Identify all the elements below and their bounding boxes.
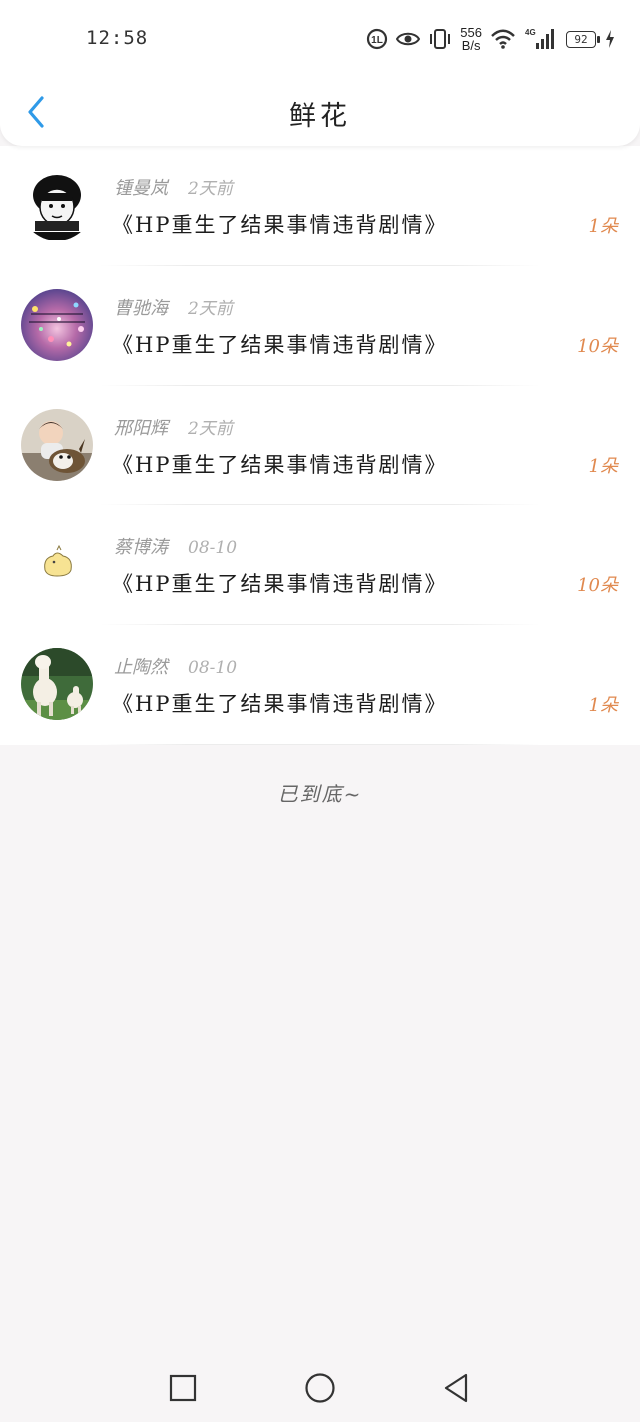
nav-header: 鲜花	[0, 80, 640, 146]
list-item[interactable]: 蔡博涛 08-10 《HP重生了结果事情违背剧情》 10朵	[0, 505, 640, 626]
sent-time: 08-10	[188, 538, 238, 559]
list-item[interactable]: 曹驰海 2天前 《HP重生了结果事情违背剧情》 10朵	[0, 266, 640, 386]
network-type: 4G	[525, 28, 536, 37]
header-card: 12:58 1L 556 B/s 4G 92 鲜花	[0, 0, 640, 146]
avatar[interactable]	[21, 648, 93, 721]
page-title: 鲜花	[289, 101, 351, 132]
book-title[interactable]: 《HP重生了结果事情违背剧情》	[112, 329, 447, 359]
flower-count: 10朵	[577, 575, 618, 597]
circle-icon	[305, 1373, 335, 1403]
avatar[interactable]	[21, 528, 93, 601]
divider	[100, 743, 540, 745]
alpaca-avatar-icon	[21, 648, 93, 721]
data-saver-icon: 1L	[366, 28, 388, 50]
battery-icon: 92	[566, 30, 600, 48]
back-nav-button[interactable]	[436, 1368, 476, 1408]
book-title[interactable]: 《HP重生了结果事情违背剧情》	[112, 449, 447, 479]
list-item[interactable]: 止陶然 08-10 《HP重生了结果事情违背剧情》 1朵	[0, 625, 640, 745]
flower-count: 1朵	[588, 216, 618, 237]
eye-icon	[396, 30, 421, 48]
charging-icon	[604, 29, 616, 49]
system-nav-bar	[0, 1350, 640, 1422]
sent-time: 2天前	[188, 298, 233, 319]
wifi-icon	[490, 29, 516, 49]
book-title[interactable]: 《HP重生了结果事情违背剧情》	[112, 688, 447, 718]
avatar[interactable]	[21, 408, 93, 481]
sent-time: 2天前	[188, 179, 233, 199]
sender-name: 邢阳辉	[114, 417, 168, 439]
avatar[interactable]	[21, 288, 93, 361]
sent-time: 08-10	[188, 658, 238, 679]
book-title[interactable]: 《HP重生了结果事情违背剧情》	[112, 568, 447, 598]
item-meta: 止陶然 08-10	[114, 653, 237, 679]
flower-count: 1朵	[588, 455, 618, 477]
item-meta: 曹驰海 2天前	[114, 294, 233, 320]
item-meta: 蔡博涛 08-10	[114, 533, 237, 559]
net-speed-unit: B/s	[461, 38, 481, 53]
flower-list: 锺曼岚 2天前 《HP重生了结果事情违背剧情》 1朵 曹驰海 2天前 《HP重生…	[0, 146, 640, 745]
sender-name: 蔡博涛	[114, 537, 168, 559]
chick-avatar-icon	[21, 528, 93, 601]
item-meta: 锺曼岚 2天前	[114, 174, 233, 200]
list-item[interactable]: 邢阳辉 2天前 《HP重生了结果事情违背剧情》 1朵	[0, 386, 640, 506]
status-time: 12:58	[86, 27, 149, 49]
child-dog-avatar-icon	[21, 408, 93, 481]
home-button[interactable]	[300, 1368, 340, 1408]
battery-level: 92	[574, 32, 588, 46]
status-icons: 1L 556 B/s 4G 92	[366, 24, 616, 54]
recent-apps-button[interactable]	[163, 1368, 203, 1408]
glitter-avatar-icon	[21, 288, 93, 361]
square-icon	[169, 1374, 197, 1402]
status-bar: 12:58 1L 556 B/s 4G 92	[0, 0, 640, 80]
vibrate-icon	[428, 28, 452, 50]
list-item[interactable]: 锺曼岚 2天前 《HP重生了结果事情违背剧情》 1朵	[0, 146, 640, 266]
net-speed: 556 B/s	[460, 26, 482, 52]
triangle-back-icon	[444, 1373, 468, 1403]
flower-count: 1朵	[588, 695, 618, 717]
sent-time: 2天前	[188, 418, 233, 439]
item-meta: 邢阳辉 2天前	[114, 414, 233, 440]
book-title[interactable]: 《HP重生了结果事情违背剧情》	[112, 209, 447, 239]
sender-name: 止陶然	[114, 657, 168, 679]
svg-text:1L: 1L	[371, 35, 383, 46]
sender-name: 锺曼岚	[114, 178, 168, 199]
flower-count: 10朵	[577, 335, 618, 357]
signal-icon: 4G	[524, 27, 558, 51]
sender-name: 曹驰海	[114, 297, 168, 319]
avatar[interactable]	[21, 169, 93, 241]
end-of-list-text: 已到底~	[277, 782, 363, 806]
meme-avatar-icon	[21, 169, 93, 241]
